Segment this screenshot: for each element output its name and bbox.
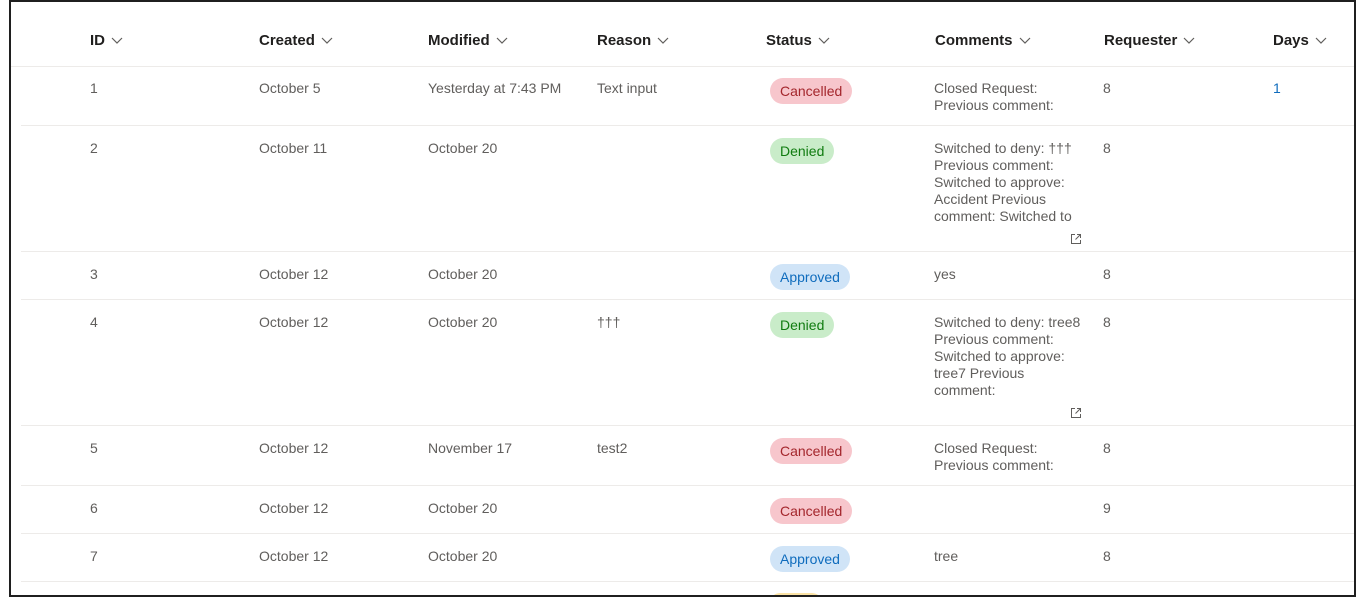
cell-comments: Switched to deny: ††† Previous comment: … [934,140,1072,228]
column-header-label: Status [766,32,812,49]
cell-requester: 8 [1103,266,1111,282]
cell-requester: 8 [1103,80,1111,96]
chevron-down-icon [1019,37,1030,44]
column-header-requester[interactable]: Requester [1104,32,1195,49]
cell-created: October 11 [259,140,328,156]
cell-created: October 5 [259,80,321,96]
status-badge: Cancelled [770,438,853,464]
column-header-comments[interactable]: Comments [935,32,1031,49]
cell-reason: test2 [597,440,628,456]
cell-id: 4 [90,314,98,330]
column-header-row: ID Created Modified Reason Status Commen… [11,2,1354,67]
column-header-label: Reason [597,32,652,49]
cell-modified: October 20 [428,548,498,564]
cell-modified: Yesterday at 7:43 PM [428,80,562,96]
cell-modified: October 20 [428,140,498,156]
cell-created: October 12 [259,548,329,564]
column-header-days[interactable]: Days [1273,32,1327,49]
column-header-reason[interactable]: Reason [597,32,669,49]
cell-reason: Text input [597,80,657,96]
status-badge: Approved [770,546,850,572]
chevron-down-icon [1183,37,1195,44]
table-row[interactable]: 6 October 12 October 20 Cancelled 9 [21,486,1354,534]
status-badge: Denied [770,312,835,338]
cell-requester: 8 [1103,314,1111,330]
cell-id: 3 [90,266,98,282]
chevron-down-icon [818,37,830,44]
table-row-partial [11,582,1354,595]
table-row[interactable]: 4 October 12 October 20 ††† Denied Switc… [21,300,1354,426]
cell-id: 6 [90,500,98,516]
cell-comments: Switched to deny: tree8 Previous comment… [934,314,1081,398]
table-row[interactable]: 2 October 11 October 20 Denied Switched … [21,126,1354,252]
cell-created: October 12 [259,266,329,282]
column-header-created[interactable]: Created [259,32,333,49]
cell-created: October 12 [259,440,329,456]
column-header-label: Comments [935,32,1013,49]
column-header-label: Created [259,32,315,49]
cell-requester: 8 [1103,140,1111,156]
cell-requester: 8 [1103,440,1111,456]
column-header-label: Requester [1104,32,1178,49]
column-header-label: Days [1273,32,1309,49]
cell-comments: Closed Request: Previous comment: [934,80,1054,113]
cell-id: 2 [90,140,98,156]
chevron-down-icon [321,37,333,44]
column-header-modified[interactable]: Modified [428,32,508,49]
column-header-label: ID [90,32,105,49]
cell-created: October 12 [259,314,329,330]
status-badge: Cancelled [770,78,853,104]
status-badge: Denied [770,138,835,164]
cell-days-link[interactable]: 1 [1273,80,1281,97]
status-badge: Approved [770,264,850,290]
column-header-label: Modified [428,32,490,49]
chevron-down-icon [111,37,123,44]
list-view: ID Created Modified Reason Status Commen… [9,0,1356,597]
cell-reason: ††† [597,314,621,330]
cell-modified: October 20 [428,266,498,282]
cell-comments: yes [934,266,956,282]
column-header-status[interactable]: Status [766,32,830,49]
table-row[interactable]: 1 October 5 Yesterday at 7:43 PM Text in… [21,66,1354,126]
status-badge: Cancelled [770,498,853,524]
cell-id: 1 [90,80,98,96]
cell-requester: 8 [1103,548,1111,564]
table-row[interactable]: 7 October 12 October 20 Approved tree 8 [21,534,1354,582]
table-row[interactable]: 5 October 12 November 17 test2 Cancelled… [21,426,1354,486]
chevron-down-icon [1315,37,1327,44]
status-badge [770,593,822,595]
cell-comments: tree [934,548,959,564]
cell-comments: Closed Request: Previous comment: [934,440,1054,473]
cell-modified: October 20 [428,500,498,516]
cell-modified: November 17 [428,440,513,456]
cell-id: 7 [90,548,98,564]
cell-modified: October 20 [428,314,498,330]
column-header-id[interactable]: ID [90,32,123,49]
cell-id: 5 [90,440,98,456]
table-row[interactable]: 3 October 12 October 20 Approved yes 8 [21,252,1354,300]
open-in-new-window-icon[interactable] [1070,233,1082,245]
cell-requester: 9 [1103,500,1111,516]
open-in-new-window-icon[interactable] [1070,407,1082,419]
cell-created: October 12 [259,500,329,516]
chevron-down-icon [496,37,508,44]
chevron-down-icon [657,37,669,44]
